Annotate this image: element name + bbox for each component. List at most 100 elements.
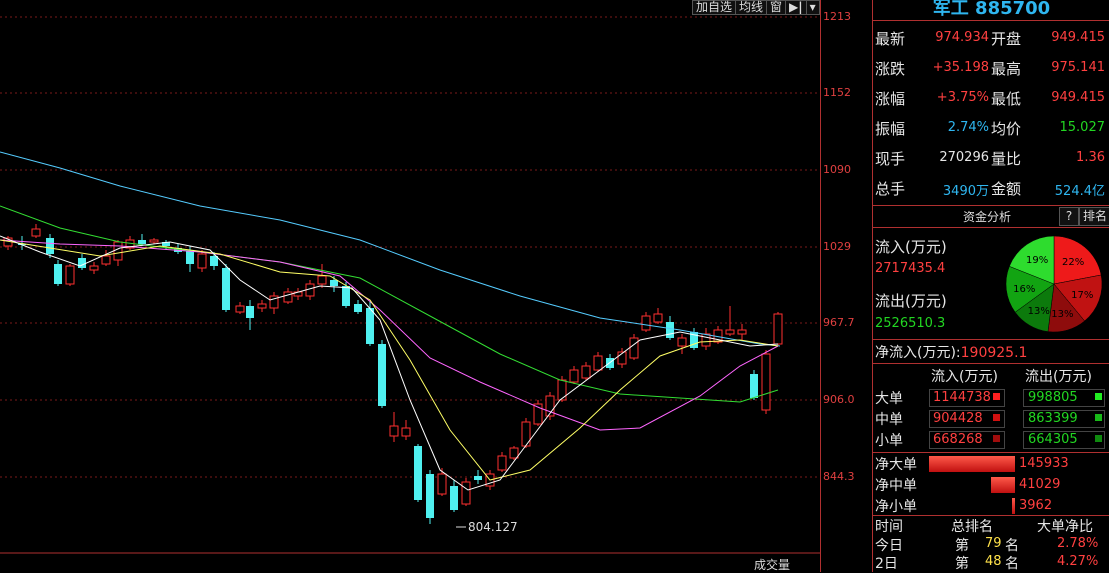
y-tick-label: 1029 bbox=[823, 240, 851, 253]
pie-slice-label: 16% bbox=[1013, 284, 1035, 295]
quote-label-left: 振幅 bbox=[875, 120, 906, 138]
rank-row-ratio: 4.27% bbox=[1057, 554, 1099, 569]
candle-down bbox=[690, 328, 698, 350]
net-row: 净中单 41029 bbox=[873, 475, 1109, 495]
y-tick-label: 1090 bbox=[823, 163, 851, 176]
pie-slice-label: 19% bbox=[1026, 255, 1048, 266]
table-head-inflow: 流入(万元) bbox=[931, 369, 998, 385]
price-axis: 1213 1152 1090 1029 967.7 906.0 844.3 bbox=[820, 0, 873, 572]
y-tick-label: 844.3 bbox=[823, 470, 855, 483]
ma-button[interactable]: 均线 bbox=[735, 0, 768, 15]
quote-row: 涨幅 +3.75% 最低 949.415 bbox=[875, 88, 1107, 114]
flow-row-out: 863399 bbox=[1028, 411, 1078, 426]
candle-up bbox=[725, 306, 735, 336]
quote-panel: 军工 885700 最新 974.934 开盘 949.415 涨跌 +35.198 最高 9… bbox=[872, 0, 1109, 572]
net-row: 净小单 3962 bbox=[873, 496, 1109, 516]
candle-up bbox=[89, 262, 99, 274]
sidebar-toggle-icon[interactable]: ▶| bbox=[785, 0, 807, 15]
outflow-value: 2526510.3 bbox=[875, 316, 946, 331]
candle-up bbox=[569, 366, 579, 384]
candle-up bbox=[31, 224, 41, 238]
chart-toolbar: 加自选 均线 窗 ▶| ▾ bbox=[692, 0, 820, 15]
candle-down bbox=[750, 370, 758, 400]
help-button[interactable]: ? bbox=[1059, 207, 1079, 226]
quote-value-right: 1.36 bbox=[1076, 150, 1105, 165]
rank-row-prefix: 第 bbox=[955, 556, 969, 572]
y-tick-label: 906.0 bbox=[823, 393, 855, 406]
flow-row: 小单 668268 664305 bbox=[873, 430, 1109, 450]
net-inflow-value: 190925.1 bbox=[960, 345, 1028, 361]
candle-up bbox=[197, 250, 207, 272]
stock-title: 军工 885700 bbox=[873, 0, 1109, 21]
candle-up bbox=[497, 452, 507, 472]
flow-row-in: 1144738 bbox=[933, 390, 991, 405]
pie-slice-label: 17% bbox=[1071, 290, 1093, 301]
add-watchlist-button[interactable]: 加自选 bbox=[692, 0, 737, 15]
rank-row-suffix: 名 bbox=[1005, 538, 1019, 554]
candle-up bbox=[389, 412, 399, 442]
rank-row-prefix: 第 bbox=[955, 538, 969, 554]
candle-up bbox=[269, 292, 279, 314]
candle-up bbox=[581, 362, 591, 380]
candle-down bbox=[78, 254, 86, 270]
dropdown-arrow-icon[interactable]: ▾ bbox=[805, 0, 820, 15]
rank-button[interactable]: 排名 bbox=[1079, 207, 1109, 226]
candle-down bbox=[222, 264, 230, 312]
kline-chart[interactable]: 804.127 加自选 均线 窗 ▶| ▾ 成交量 bbox=[0, 0, 820, 572]
candle-up bbox=[641, 312, 651, 332]
quote-value-right: 15.027 bbox=[1059, 120, 1106, 135]
table-head-outflow: 流出(万元) bbox=[1025, 369, 1092, 385]
funds-header: 资金分析 ? 排名 bbox=[873, 205, 1109, 228]
net-row-name: 净小单 bbox=[875, 499, 917, 515]
rank-head-total: 总排名 bbox=[951, 519, 993, 535]
net-flow-bar bbox=[1012, 498, 1015, 514]
net-row-value: 41029 bbox=[1019, 477, 1061, 492]
kline-svg[interactable]: 804.127 bbox=[0, 0, 820, 572]
net-row-value: 145933 bbox=[1019, 456, 1069, 471]
candle-up bbox=[761, 350, 771, 414]
ma5-line bbox=[0, 235, 779, 491]
quote-row: 振幅 2.74% 均价 15.027 bbox=[875, 118, 1107, 144]
candle-down bbox=[378, 340, 386, 408]
candle-up bbox=[521, 418, 531, 448]
rank-row: 今日 第 79 名 2.78% bbox=[873, 535, 1109, 555]
candle-up bbox=[737, 324, 747, 340]
candle-down bbox=[450, 480, 458, 512]
quote-label-right: 开盘 bbox=[991, 30, 1022, 48]
pie-slice-label: 22% bbox=[1062, 257, 1084, 268]
min-price-label: 804.127 bbox=[468, 520, 518, 534]
inflow-square-icon bbox=[993, 435, 1000, 442]
candle-down bbox=[246, 300, 254, 330]
volume-label: 成交量 bbox=[754, 558, 791, 572]
inflow-square-icon bbox=[993, 393, 1000, 400]
net-row-name: 净大单 bbox=[875, 457, 917, 473]
quote-value-left: 3490万 bbox=[942, 184, 989, 199]
candle-up bbox=[235, 302, 245, 314]
window-button[interactable]: 窗 bbox=[766, 0, 787, 15]
net-row-value: 3962 bbox=[1019, 498, 1053, 513]
candle-up bbox=[401, 420, 411, 440]
flow-row: 大单 1144738 998805 bbox=[873, 388, 1109, 408]
flow-row-in: 904428 bbox=[933, 411, 983, 426]
quote-label-left: 涨跌 bbox=[875, 60, 906, 78]
outflow-square-icon bbox=[1095, 435, 1102, 442]
quote-row: 涨跌 +35.198 最高 975.141 bbox=[875, 58, 1107, 84]
y-tick-label: 1152 bbox=[823, 86, 851, 99]
flow-row-out: 998805 bbox=[1028, 390, 1078, 405]
candle-up bbox=[461, 478, 471, 506]
inflow-square-icon bbox=[993, 414, 1000, 421]
quote-value-right: 949.415 bbox=[1051, 30, 1105, 45]
quote-value-left: 2.74% bbox=[947, 120, 989, 135]
flow-row-name: 中单 bbox=[875, 412, 903, 428]
rank-head-big: 大单净比 bbox=[1037, 519, 1093, 535]
funds-pie-chart: 22% 17% 13%13% 16% 19% bbox=[1005, 235, 1103, 333]
candle-up bbox=[257, 300, 267, 312]
quote-value-left: 270296 bbox=[939, 150, 989, 165]
candle-up bbox=[773, 312, 783, 346]
quote-label-right: 最高 bbox=[991, 60, 1022, 78]
quote-value-right: 975.141 bbox=[1051, 60, 1105, 75]
y-tick-label: 1213 bbox=[823, 10, 851, 23]
candle-up bbox=[545, 392, 555, 420]
net-inflow: 净流入(万元):190925.1 bbox=[875, 342, 1027, 362]
pie-slice-label: 13% bbox=[1028, 306, 1050, 317]
